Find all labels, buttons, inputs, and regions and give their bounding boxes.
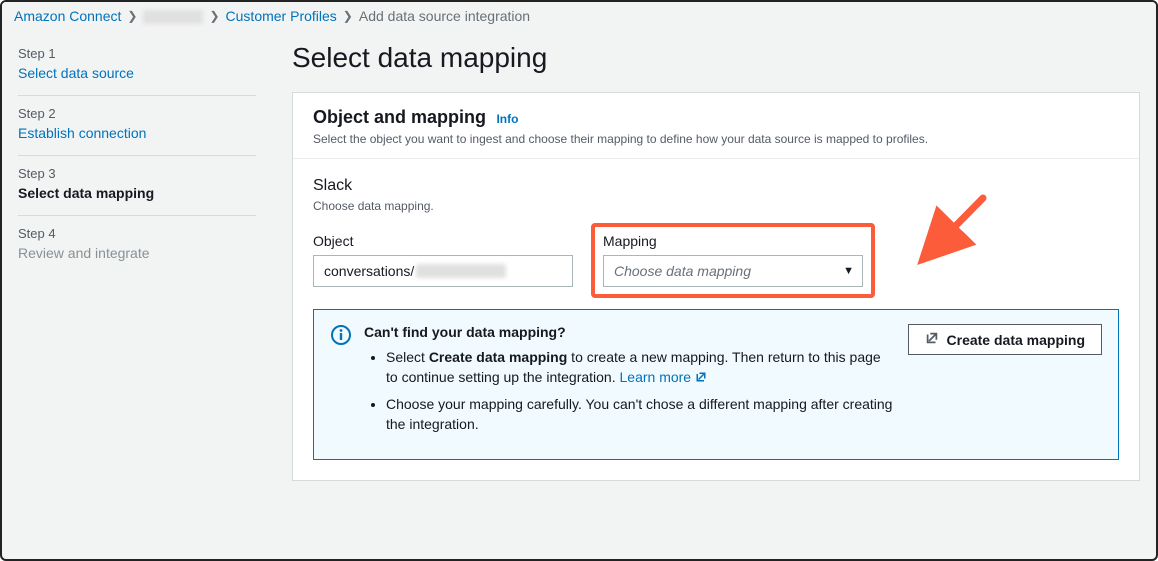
alert-item-2: Choose your mapping carefully. You can't… (386, 395, 896, 434)
chevron-right-icon: ❯ (343, 9, 353, 23)
caret-down-icon: ▼ (843, 265, 854, 277)
breadcrumb-customer-profiles[interactable]: Customer Profiles (226, 8, 337, 24)
step-label: Step 4 (18, 226, 256, 241)
create-data-mapping-button[interactable]: Create data mapping (908, 324, 1102, 355)
step-title: Establish connection (18, 125, 256, 141)
breadcrumb-root[interactable]: Amazon Connect (14, 8, 121, 24)
chevron-right-icon: ❯ (127, 9, 137, 23)
section-subtitle: Choose data mapping. (313, 199, 1119, 213)
step-label: Step 1 (18, 46, 256, 61)
info-link[interactable]: Info (496, 112, 518, 126)
info-alert: Can't find your data mapping? Select Cre… (313, 309, 1119, 459)
learn-more-link[interactable]: Learn more (620, 369, 707, 385)
create-button-label: Create data mapping (947, 332, 1085, 348)
step-3: Step 3 Select data mapping (18, 156, 256, 216)
step-1[interactable]: Step 1 Select data source (18, 36, 256, 96)
panel-description: Select the object you want to ingest and… (313, 132, 1119, 146)
mapping-select[interactable]: Choose data mapping ▼ (603, 255, 863, 287)
breadcrumb: Amazon Connect ❯ ❯ Customer Profiles ❯ A… (2, 2, 1156, 30)
step-4: Step 4 Review and integrate (18, 216, 256, 275)
object-value-prefix: conversations/ (324, 263, 414, 279)
step-title: Select data source (18, 65, 256, 81)
breadcrumb-instance[interactable] (143, 8, 203, 24)
external-link-icon (925, 331, 939, 348)
chevron-right-icon: ❯ (209, 9, 219, 23)
wizard-sidebar: Step 1 Select data source Step 2 Establi… (2, 36, 272, 500)
external-link-icon (695, 368, 707, 388)
info-icon (330, 324, 352, 351)
page-title: Select data mapping (292, 42, 1140, 74)
alert-title: Can't find your data mapping? (364, 324, 566, 340)
alert-item-1: Select Create data mapping to create a n… (386, 348, 896, 387)
step-title: Select data mapping (18, 185, 256, 201)
step-title: Review and integrate (18, 245, 256, 261)
panel-heading: Object and mapping (313, 107, 486, 127)
step-2[interactable]: Step 2 Establish connection (18, 96, 256, 156)
step-label: Step 3 (18, 166, 256, 181)
mapping-placeholder: Choose data mapping (614, 263, 751, 279)
redacted-text (416, 264, 506, 278)
object-label: Object (313, 233, 573, 249)
section-title: Slack (313, 177, 1119, 195)
object-input[interactable]: conversations/ (313, 255, 573, 287)
step-label: Step 2 (18, 106, 256, 121)
breadcrumb-current: Add data source integration (359, 8, 530, 24)
mapping-label: Mapping (603, 233, 863, 249)
object-mapping-panel: Object and mapping Info Select the objec… (292, 92, 1140, 480)
